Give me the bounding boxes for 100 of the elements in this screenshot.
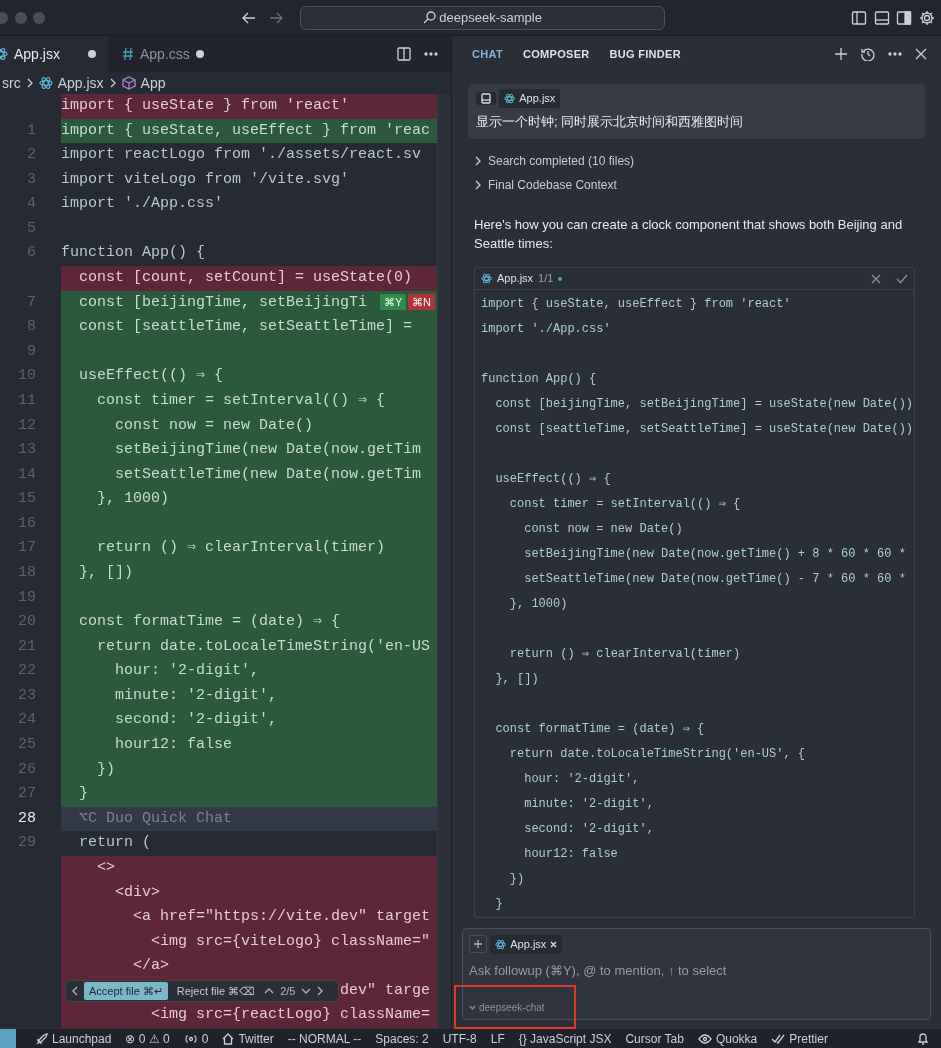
reject-file-button[interactable]: Reject file ⌘⌫: [173, 981, 259, 1001]
code-line: }): [97, 760, 116, 778]
code-line: <img src={reactLogo} className=: [151, 1006, 431, 1024]
line-number: 10: [17, 366, 37, 387]
file-name: App.jsx: [497, 271, 534, 287]
code-line: import './App.css': [61, 195, 224, 213]
status-item[interactable]: Prettier: [771, 1029, 828, 1048]
code-line: useEffect(() ⇒ {: [79, 367, 224, 385]
accept-icon[interactable]: [896, 273, 908, 284]
modified-dot: [88, 50, 96, 58]
code-line: hour12: false: [523, 846, 619, 863]
react-icon: [481, 273, 492, 284]
line-number: 28: [17, 808, 37, 829]
line-number: 5: [26, 218, 37, 239]
model-selector[interactable]: deepseek-chat: [469, 1000, 545, 1015]
code-line: }, []): [79, 564, 134, 581]
collapsible-step[interactable]: Search completed (10 files): [474, 149, 925, 173]
image-attach-button[interactable]: [476, 91, 496, 105]
status-item[interactable]: Launchpad: [36, 1029, 112, 1048]
settings-icon[interactable]: [918, 9, 935, 26]
panel-tab[interactable]: CHAT: [472, 45, 503, 63]
code-line: const timer = setInterval(() ⇒ {: [508, 496, 742, 513]
breadcrumb-item[interactable]: App: [140, 72, 166, 94]
status-dot: [558, 276, 563, 281]
line-number: 19: [17, 587, 37, 608]
code-line: const timer = setInterval(() ⇒ {: [97, 391, 386, 409]
split-editor-icon[interactable]: [397, 47, 411, 61]
context-chip[interactable]: App.jsx: [499, 89, 561, 108]
history-icon[interactable]: [861, 47, 875, 61]
line-number: 20: [17, 612, 37, 633]
home-icon: [222, 1032, 235, 1045]
code-line: setSeattleTime(new Date(now.getTim: [115, 465, 422, 483]
status-item[interactable]: Cursor Tab: [625, 1029, 684, 1048]
panel-toggle-icon[interactable]: [873, 9, 890, 26]
file-tab[interactable]: App.css: [108, 36, 216, 72]
code-line: }: [494, 896, 504, 913]
secondary-sidebar-icon[interactable]: [896, 9, 912, 26]
code-line: useEffect(() ⇒ {: [494, 471, 612, 488]
chevron-down-icon: [469, 1005, 476, 1010]
line-number: 9: [26, 341, 37, 362]
add-context-button[interactable]: [469, 935, 487, 954]
code-line: import reactLogo from './assets/react.sv: [61, 146, 422, 164]
code-line: const [seattleTime, setSeattleTime] =: [79, 318, 413, 336]
line-number: 14: [17, 464, 37, 485]
back-arrow-icon[interactable]: [242, 11, 256, 24]
status-item[interactable]: LF: [490, 1029, 505, 1048]
accept-file-button[interactable]: Accept file ⌘↵: [84, 981, 168, 1001]
close-icon[interactable]: [915, 48, 927, 60]
search-field[interactable]: deepseek-sample: [300, 5, 665, 30]
code-line: minute: '2-digit',: [523, 796, 655, 813]
code-line: }): [508, 871, 526, 888]
code-line: import { useState, useEffect } from 'reac: [61, 121, 431, 139]
status-item[interactable]: {} JavaScript JSX: [518, 1029, 612, 1048]
plus-icon[interactable]: [834, 47, 848, 61]
status-item[interactable]: Spaces: 2: [375, 1029, 429, 1048]
line-number: 27: [17, 784, 37, 805]
line-number: 22: [17, 661, 37, 682]
up-chevron-icon[interactable]: [264, 988, 275, 994]
status-item[interactable]: Quokka: [697, 1029, 758, 1048]
cube-icon: [121, 76, 136, 90]
bell-icon[interactable]: [917, 1032, 929, 1045]
followup-box[interactable]: App.jsx Ask followup (⌘Y), @ to mention, ↑ to select deepseek-chat: [462, 928, 931, 1020]
forward-arrow-icon[interactable]: [269, 11, 283, 24]
search-icon: [423, 11, 437, 24]
reject-icon[interactable]: [871, 273, 881, 284]
remove-icon[interactable]: [550, 940, 558, 948]
remote-indicator[interactable]: [0, 1028, 16, 1048]
react-icon: [495, 938, 507, 950]
panel-tab[interactable]: COMPOSER: [522, 45, 590, 63]
breadcrumb-item[interactable]: App.jsx: [57, 72, 104, 94]
next-icon[interactable]: [317, 986, 324, 996]
status-item[interactable]: Twitter: [222, 1029, 274, 1048]
breadcrumb-item[interactable]: src: [2, 72, 21, 94]
double-check-icon: [771, 1033, 786, 1044]
code-line: return () ⇒ clearInterval(timer): [97, 539, 386, 557]
line-number: 21: [17, 636, 37, 657]
file-tab[interactable]: App.jsx: [0, 36, 108, 72]
chevron-icon: [108, 77, 117, 89]
status-item[interactable]: UTF-8: [442, 1029, 477, 1048]
code-line: const now = new Date(): [115, 416, 314, 434]
down-chevron-icon[interactable]: [301, 988, 312, 994]
line-number: 25: [17, 735, 37, 756]
change-count: 1/1: [538, 271, 554, 287]
status-item[interactable]: ⊗ 0 ⚠ 0: [125, 1029, 170, 1048]
status-item[interactable]: -- NORMAL --: [287, 1029, 362, 1048]
context-chip[interactable]: App.jsx: [490, 935, 563, 954]
line-number: 23: [17, 685, 37, 706]
answer-text: Here's how you can create a clock component that shows both Beijing and Seattle times:: [474, 216, 904, 253]
code-line: const [beijingTime, setBeijingTime] = useState(new Date()): [494, 396, 914, 413]
code-line: return date.toLocaleTimeString('en-US: [97, 637, 431, 655]
panel-tab[interactable]: BUG FINDER: [609, 45, 681, 63]
code-line: import { useState } from 'react': [61, 97, 350, 114]
status-item[interactable]: 0: [183, 1029, 209, 1048]
scrollbar[interactable]: [437, 94, 451, 1028]
code-line: minute: '2-digit',: [115, 686, 278, 704]
line-number: 15: [17, 489, 37, 510]
collapsible-step[interactable]: Final Codebase Context: [474, 173, 925, 197]
previous-icon[interactable]: [72, 986, 78, 996]
code-line: const formatTime = (date) ⇒ {: [79, 613, 341, 631]
sidebar-toggle-icon[interactable]: [851, 9, 867, 26]
